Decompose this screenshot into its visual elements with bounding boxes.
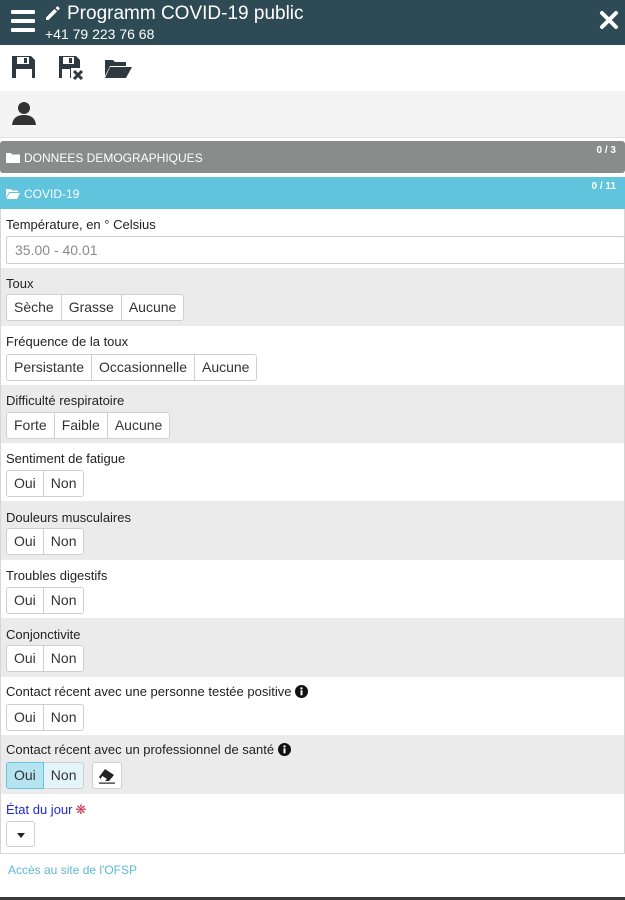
contact-sante-options: Oui Non [6,762,85,789]
section-covid[interactable]: COVID-19 0 / 11 [0,177,625,209]
section-covid-count: 0 / 11 [591,181,616,192]
etat-label: État du jour ❋ [6,802,86,818]
phone-number: +41 79 223 76 68 [45,26,155,42]
close-icon[interactable] [599,10,619,30]
frequence-occasionnelle-button[interactable]: Occasionnelle [92,354,195,381]
contact-positive-label: Contact récent avec une personne testée … [6,684,309,699]
pencil-icon[interactable] [44,4,62,22]
difficulte-options: Forte Faible Aucune [6,412,171,439]
hamburger-menu-icon[interactable] [11,10,35,34]
question-contact-positive: Contact récent avec une personne testée … [1,677,624,735]
difficulte-label: Difficulté respiratoire [6,393,125,408]
contact-positive-options: Oui Non [6,704,85,731]
covid-form: Température, en ° Celsius Toux Sèche Gra… [0,209,625,854]
conjonctivite-options: Oui Non [6,645,85,672]
open-folder-icon[interactable] [104,54,132,80]
section-demographics[interactable]: DONNEES DEMOGRAPHIQUES 0 / 3 [0,141,625,173]
digestifs-non-button[interactable]: Non [43,587,85,614]
question-digestifs: Troubles digestifs Oui Non [1,560,624,618]
douleurs-non-button[interactable]: Non [43,528,85,555]
save-discard-icon[interactable] [57,54,85,80]
ofsp-link[interactable]: Accès au site de l'OFSP [8,863,137,877]
save-icon[interactable] [10,54,38,80]
top-bar: Programm COVID-19 public +41 79 223 76 6… [0,0,625,45]
douleurs-options: Oui Non [6,528,85,555]
toux-options: Sèche Grasse Aucune [6,294,185,321]
clear-answer-button[interactable] [92,762,122,789]
question-fatigue: Sentiment de fatigue Oui Non [1,443,624,501]
conjonctivite-oui-button[interactable]: Oui [6,645,44,672]
etat-label-text: État du jour [6,802,73,817]
info-icon[interactable] [295,685,309,698]
fatigue-oui-button[interactable]: Oui [6,470,44,497]
fatigue-options: Oui Non [6,470,85,497]
douleurs-label: Douleurs musculaires [6,510,131,525]
contact-sante-label-text: Contact récent avec un professionnel de … [6,742,275,757]
question-conjonctivite: Conjonctivite Oui Non [1,618,624,677]
frequence-options: Persistante Occasionnelle Aucune [6,354,258,381]
difficulte-aucune-button[interactable]: Aucune [107,412,171,439]
toux-aucune-button[interactable]: Aucune [121,294,185,321]
eraser-icon [99,769,115,784]
question-difficulte: Difficulté respiratoire Forte Faible Auc… [1,385,624,443]
toux-seche-button[interactable]: Sèche [6,294,62,321]
conjonctivite-label: Conjonctivite [6,627,81,642]
contact-sante-label: Contact récent avec un professionnel de … [6,742,292,757]
info-icon[interactable] [278,743,292,756]
section-demographics-label: DONNEES DEMOGRAPHIQUES [24,151,203,165]
temperature-label: Température, en ° Celsius [6,217,156,232]
difficulte-forte-button[interactable]: Forte [6,412,55,439]
question-frequence: Fréquence de la toux Persistante Occasio… [1,326,624,385]
contact-positive-label-text: Contact récent avec une personne testée … [6,684,292,699]
digestifs-options: Oui Non [6,587,85,614]
user-bar [0,91,625,138]
question-etat: État du jour ❋ [1,794,624,853]
difficulte-faible-button[interactable]: Faible [54,412,108,439]
digestifs-label: Troubles digestifs [6,568,108,583]
fatigue-non-button[interactable]: Non [43,470,85,497]
contact-positive-oui-button[interactable]: Oui [6,704,44,731]
app-title: Programm COVID-19 public [67,3,304,24]
folder-closed-icon [6,153,20,163]
contact-positive-non-button[interactable]: Non [43,704,85,731]
frequence-aucune-button[interactable]: Aucune [194,354,258,381]
frequence-persistante-button[interactable]: Persistante [6,354,93,381]
folder-open-icon [6,189,20,199]
toux-grasse-button[interactable]: Grasse [61,294,122,321]
caret-down-icon [17,833,25,838]
question-toux: Toux Sèche Grasse Aucune [1,268,624,326]
section-demographics-count: 0 / 3 [596,145,616,156]
douleurs-oui-button[interactable]: Oui [6,528,44,555]
temperature-input[interactable] [6,236,625,264]
question-douleurs: Douleurs musculaires Oui Non [1,501,624,560]
frequence-label: Fréquence de la toux [6,334,129,349]
toux-label: Toux [6,276,34,291]
digestifs-oui-button[interactable]: Oui [6,587,44,614]
etat-dropdown[interactable] [6,821,35,847]
conjonctivite-non-button[interactable]: Non [43,645,85,672]
fatigue-label: Sentiment de fatigue [6,451,126,466]
contact-sante-oui-button[interactable]: Oui [6,762,44,789]
user-icon[interactable] [11,100,37,126]
toolbar [0,45,625,91]
section-covid-label: COVID-19 [24,187,80,201]
question-contact-sante: Contact récent avec un professionnel de … [1,735,624,794]
question-temperature: Température, en ° Celsius [1,209,625,268]
required-star: ❋ [75,802,87,817]
contact-sante-non-button[interactable]: Non [43,762,85,789]
